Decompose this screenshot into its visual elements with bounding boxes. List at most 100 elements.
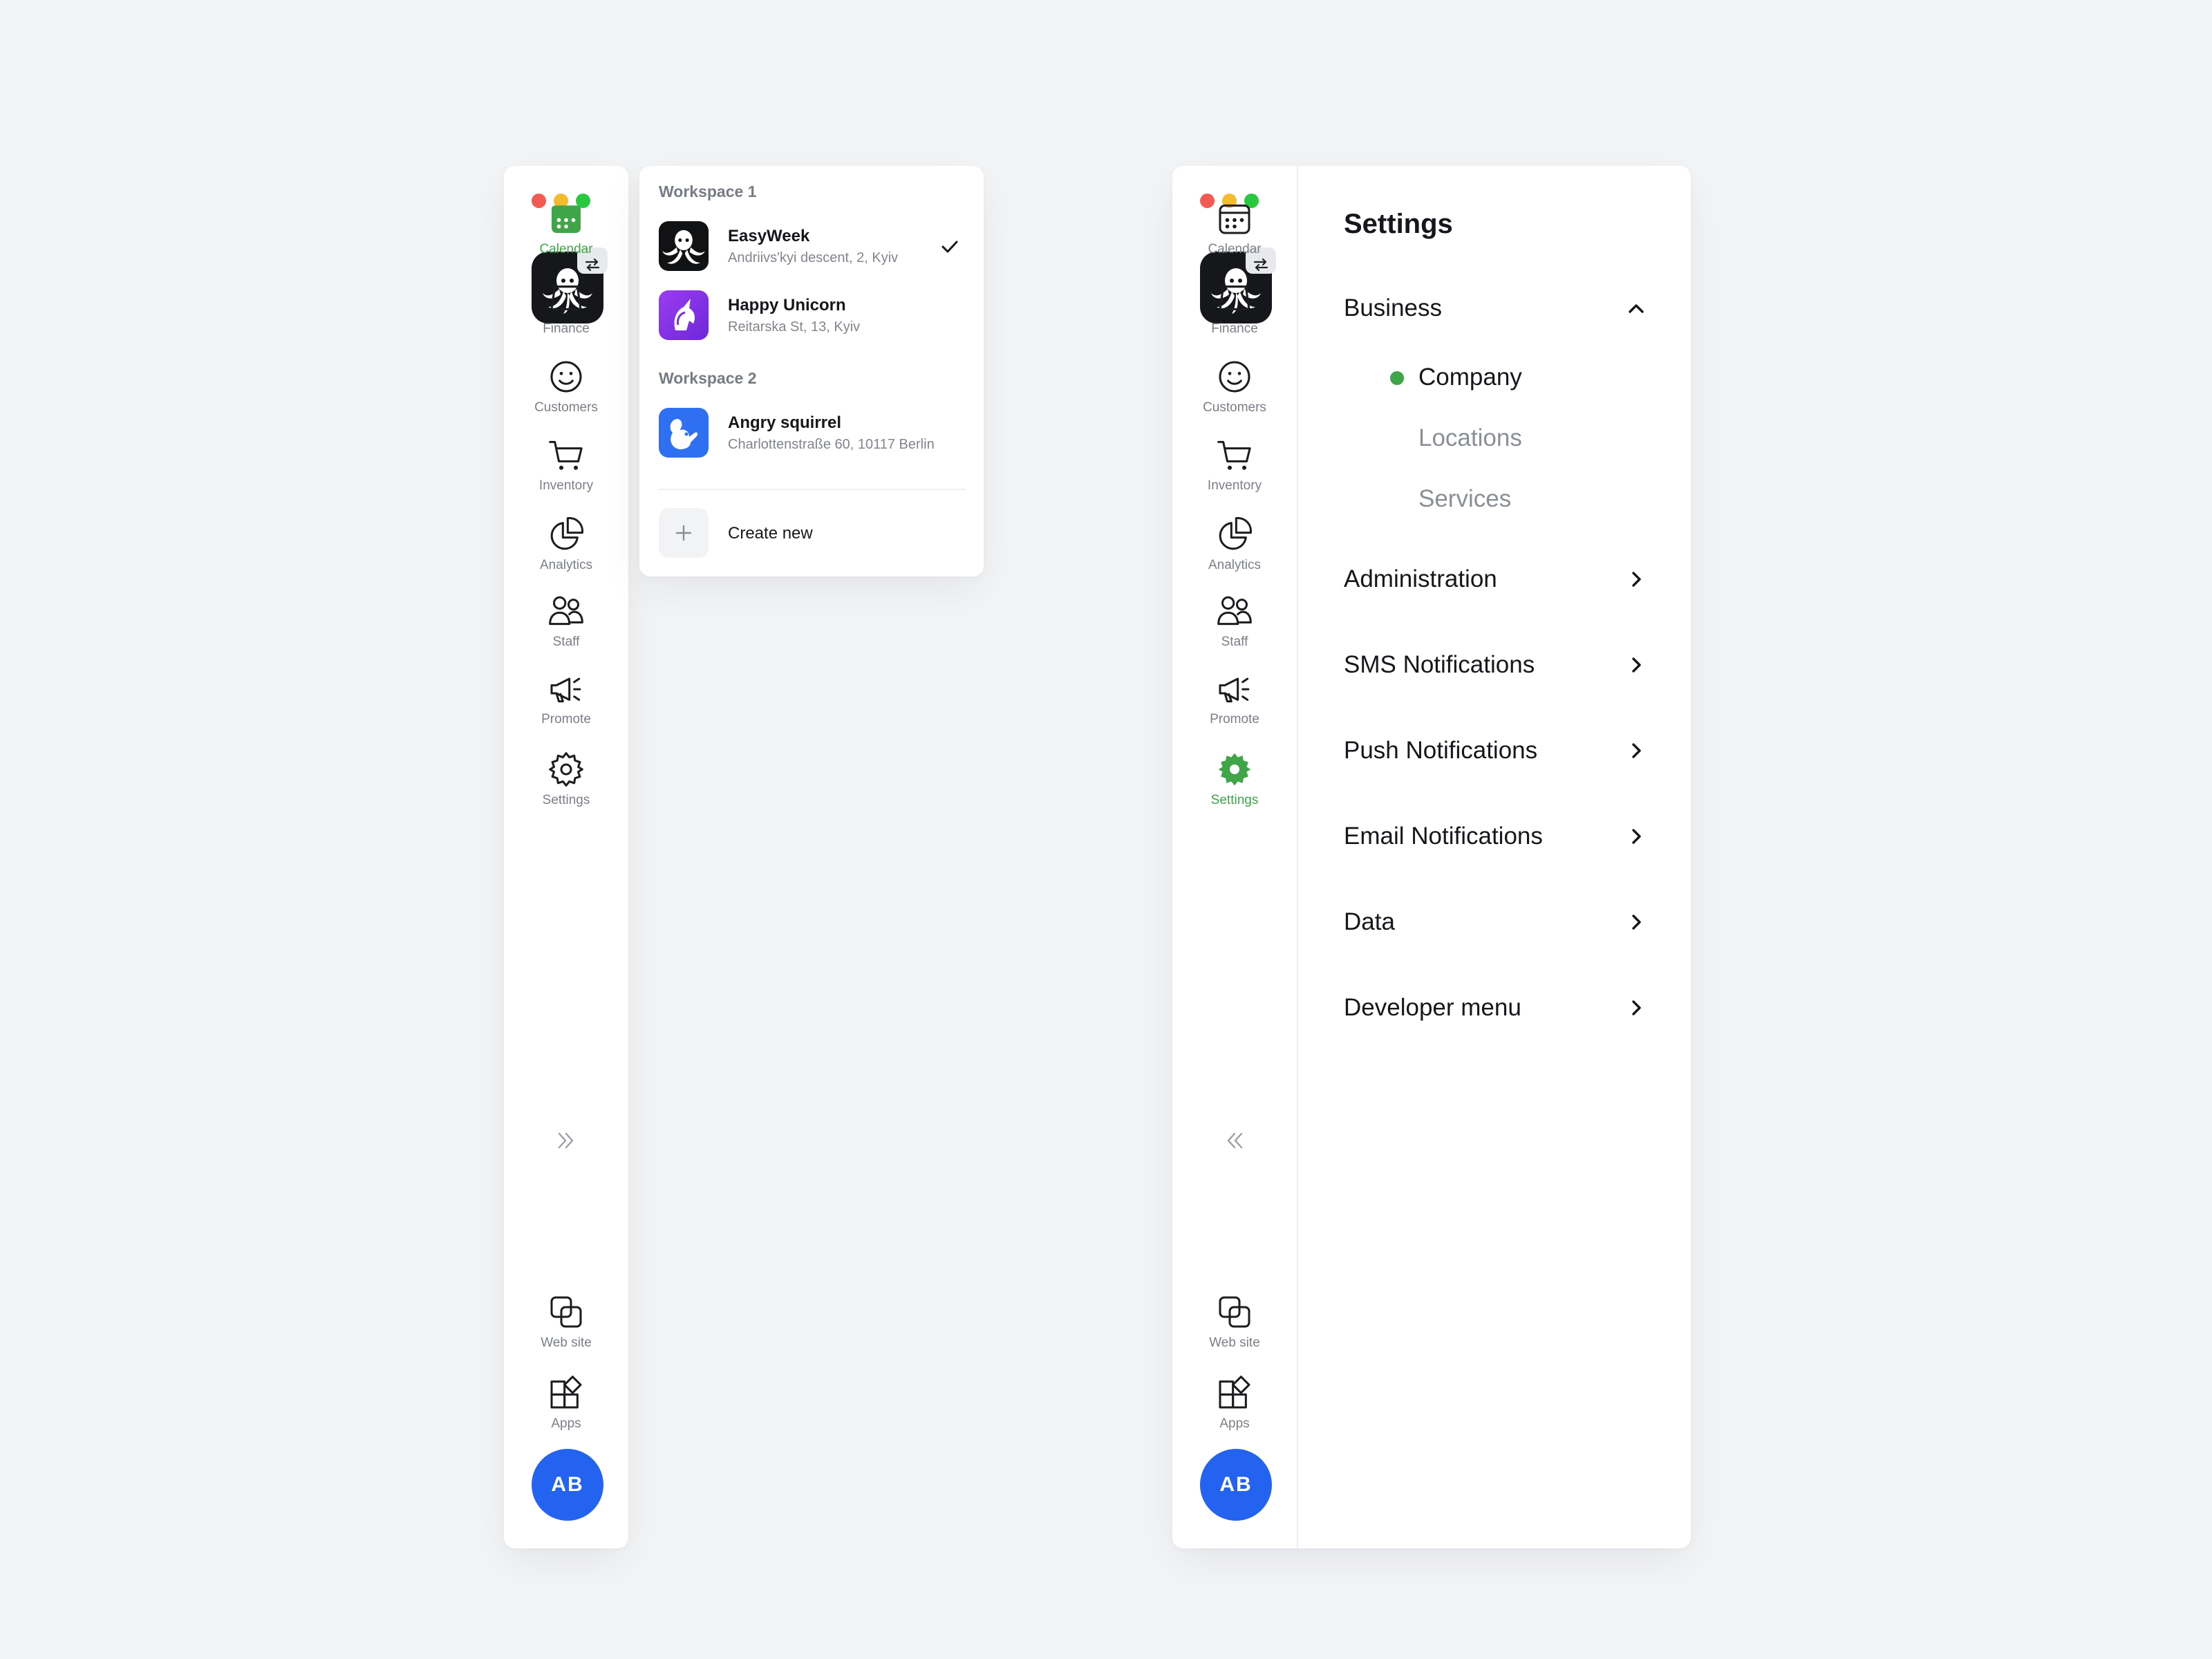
- sidebar-item-website[interactable]: Web site: [1172, 1293, 1297, 1351]
- people-icon: [549, 596, 583, 626]
- sidebar-item-promote[interactable]: Promote: [504, 669, 628, 727]
- sidebar-item-finance[interactable]: Finance: [1172, 279, 1297, 337]
- settings-section-sms-notifications[interactable]: SMS Notifications: [1344, 644, 1648, 686]
- section-label: Data: [1344, 908, 1395, 935]
- right-sidebar: AB Calendar Finance Customers Inventory Anal…: [1172, 166, 1297, 1548]
- sidebar-item-label: Web site: [1209, 1335, 1260, 1350]
- octopus-icon: [659, 221, 709, 271]
- settings-section-business[interactable]: Business: [1344, 288, 1648, 329]
- workspace-item-angry-squirrel[interactable]: Angry squirrel Charlottenstraße 60, 1011…: [659, 408, 963, 459]
- sidebar-item-calendar[interactable]: Calendar: [504, 199, 628, 257]
- plus-icon: [659, 508, 709, 558]
- sidebar-item-label: Finance: [1211, 321, 1258, 336]
- sidebar-item-analytics[interactable]: Analytics: [1172, 515, 1297, 573]
- page-title: Settings: [1344, 209, 1453, 239]
- megaphone-icon: [1219, 677, 1250, 703]
- settings-section-data[interactable]: Data: [1344, 901, 1648, 943]
- workspace-item-easyweek[interactable]: EasyWeek Andriivs'kyi descent, 2, Kyiv: [659, 221, 963, 272]
- swap-arrows-icon: [585, 258, 600, 272]
- gear-icon: [1218, 753, 1251, 786]
- sidebar-item-settings[interactable]: Settings: [1172, 750, 1297, 808]
- workspace-address: Charlottenstraße 60, 10117 Berlin: [728, 437, 935, 452]
- divider: [659, 489, 966, 490]
- workspace-name: Angry squirrel: [728, 413, 842, 432]
- apps-grid-icon: [1219, 1376, 1250, 1409]
- expand-sidebar-button[interactable]: [554, 1128, 579, 1156]
- chevron-right-icon: [1632, 1000, 1641, 1015]
- sidebar-item-staff[interactable]: Staff: [1172, 592, 1297, 650]
- user-avatar[interactable]: AB: [532, 1449, 603, 1521]
- sidebar-item-label: Settings: [542, 793, 590, 807]
- sidebar-item-label: Promote: [541, 712, 591, 727]
- chevron-right-icon: [1632, 572, 1641, 587]
- sidebar-item-label: Staff: [552, 635, 580, 649]
- unicorn-icon: [659, 290, 709, 340]
- sidebar-item-label: Customers: [534, 400, 598, 415]
- chevrons-right-icon: [558, 1132, 574, 1149]
- settings-section-push-notifications[interactable]: Push Notifications: [1344, 730, 1648, 771]
- sidebar-item-label: Analytics: [539, 558, 593, 572]
- swap-arrows-icon: [1253, 258, 1268, 272]
- sidebar-item-apps[interactable]: Apps: [1172, 1374, 1297, 1432]
- pie-chart-icon: [550, 517, 583, 550]
- link-squares-icon: [550, 1296, 582, 1328]
- sidebar-item-label: Web site: [541, 1335, 592, 1350]
- sidebar-item-customers[interactable]: Customers: [1172, 357, 1297, 415]
- settings-panel: Settings Business Company Locations Serv…: [1298, 166, 1691, 1548]
- workspace-name: Happy Unicorn: [728, 296, 846, 315]
- sidebar-item-settings[interactable]: Settings: [504, 750, 628, 808]
- sidebar-item-inventory[interactable]: Inventory: [504, 435, 628, 494]
- user-avatar[interactable]: AB: [1200, 1449, 1272, 1521]
- sidebar-item-label: Inventory: [1207, 478, 1262, 493]
- wallet-icon: [550, 285, 582, 310]
- sidebar-item-staff[interactable]: Staff: [504, 592, 628, 650]
- workspace-name: EasyWeek: [728, 227, 810, 245]
- settings-subitem-company[interactable]: Company: [1418, 364, 1522, 391]
- chevron-right-icon: [1632, 915, 1641, 930]
- sidebar-item-label: Staff: [1221, 635, 1248, 649]
- sidebar-item-label: Apps: [551, 1416, 581, 1431]
- workspace-address: Reitarska St, 13, Kyiv: [728, 319, 861, 335]
- pie-chart-icon: [1219, 517, 1252, 550]
- workspace-item-happy-unicorn[interactable]: Happy Unicorn Reitarska St, 13, Kyiv: [659, 290, 963, 341]
- sidebar-item-calendar[interactable]: Calendar: [1172, 199, 1297, 257]
- settings-subitem-services[interactable]: Services: [1418, 485, 1511, 513]
- sidebar-item-customers[interactable]: Customers: [504, 357, 628, 415]
- section-label: Email Notifications: [1344, 823, 1543, 850]
- sidebar-item-label: Analytics: [1208, 558, 1262, 572]
- sidebar-item-apps[interactable]: Apps: [504, 1374, 628, 1432]
- create-workspace-button[interactable]: Create new: [659, 508, 963, 558]
- section-label: Push Notifications: [1344, 737, 1538, 764]
- cart-icon: [1217, 440, 1251, 470]
- section-label: Business: [1344, 294, 1443, 321]
- chevron-up-icon: [1629, 304, 1644, 313]
- sidebar-item-label: Promote: [1210, 712, 1259, 727]
- sidebar-item-finance[interactable]: Finance: [504, 279, 628, 337]
- sidebar-item-label: Customers: [1203, 400, 1266, 415]
- sidebar-item-label: Calendar: [1208, 242, 1262, 256]
- section-label: Administration: [1344, 565, 1497, 592]
- active-indicator-dot: [1390, 371, 1404, 385]
- chevrons-left-icon: [1227, 1132, 1243, 1149]
- calendar-icon: [1219, 204, 1250, 234]
- people-icon: [1217, 596, 1252, 626]
- sidebar-item-inventory[interactable]: Inventory: [1172, 435, 1297, 494]
- smiley-icon: [1219, 361, 1250, 393]
- left-sidebar: AB Calendar Finance Customers Inventory Anal…: [504, 166, 628, 1548]
- link-squares-icon: [1219, 1296, 1250, 1328]
- sidebar-item-promote[interactable]: Promote: [1172, 669, 1297, 727]
- settings-section-developer-menu[interactable]: Developer menu: [1344, 987, 1648, 1029]
- sidebar-item-website[interactable]: Web site: [504, 1293, 628, 1351]
- collapse-sidebar-button[interactable]: [1222, 1128, 1247, 1156]
- sidebar-item-label: Calendar: [539, 242, 593, 256]
- settings-section-administration[interactable]: Administration: [1344, 559, 1648, 600]
- settings-section-email-notifications[interactable]: Email Notifications: [1344, 816, 1648, 857]
- sidebar-item-label: Apps: [1219, 1416, 1250, 1431]
- workspace-group-heading: Workspace 2: [659, 369, 757, 387]
- megaphone-icon: [550, 677, 581, 703]
- checkmark-icon: [941, 241, 958, 253]
- settings-subitem-locations[interactable]: Locations: [1418, 424, 1522, 452]
- smiley-icon: [550, 361, 582, 393]
- sidebar-item-analytics[interactable]: Analytics: [504, 515, 628, 573]
- section-label: Developer menu: [1344, 994, 1521, 1021]
